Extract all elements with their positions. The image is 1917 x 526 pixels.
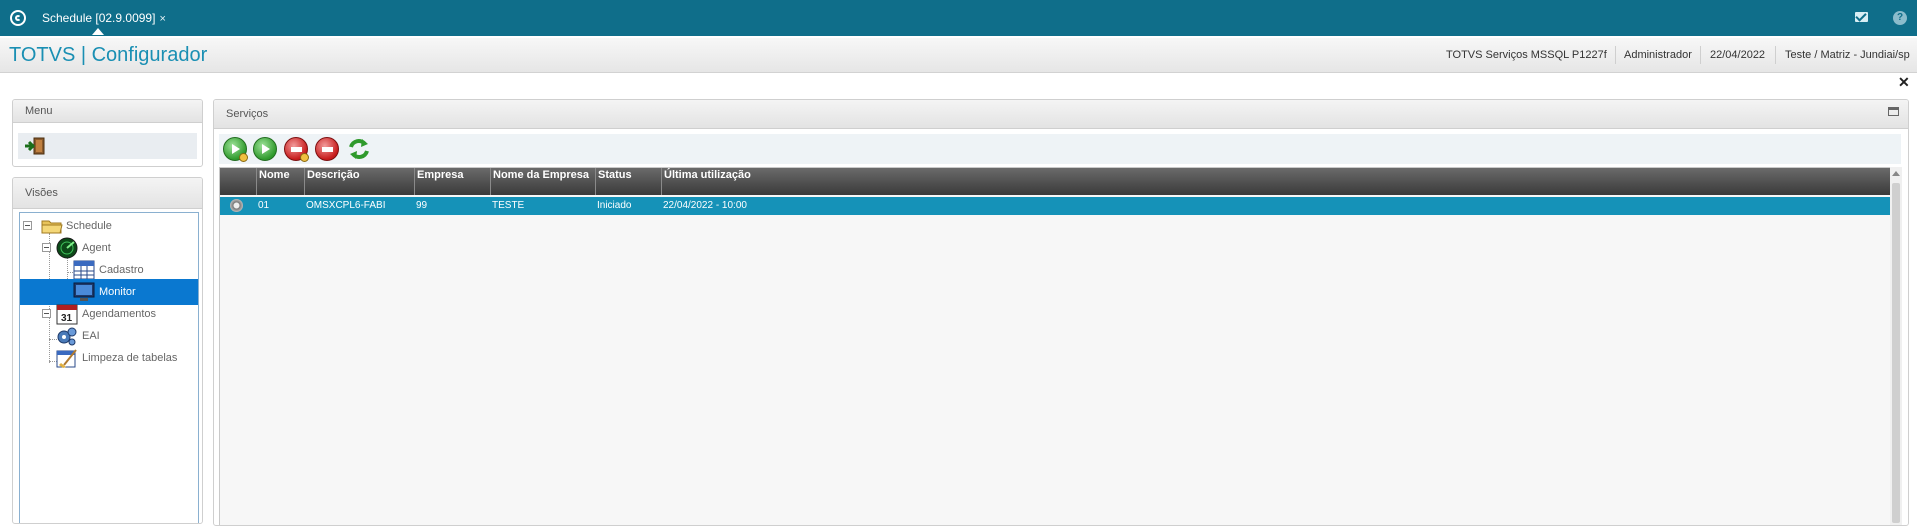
folder-icon — [41, 220, 63, 234]
app-title: TOTVS | Configurador — [9, 44, 208, 66]
column-header-ultima[interactable]: Última utilização — [661, 168, 1890, 195]
tree-item-label: Agendamentos — [82, 308, 156, 320]
exit-door-icon[interactable] — [24, 137, 46, 155]
cell-nome: 01 — [258, 200, 270, 211]
column-header-status[interactable]: Status — [595, 168, 661, 195]
header-divider — [1615, 46, 1616, 64]
menu-exit-item[interactable] — [18, 133, 197, 159]
cell-empresa: 99 — [416, 200, 428, 211]
collapse-icon[interactable] — [23, 221, 32, 230]
cell-status: Iniciado — [597, 200, 632, 211]
maximize-icon[interactable] — [1888, 107, 1899, 116]
tree-item-label: Agent — [82, 242, 111, 254]
radar-icon — [56, 237, 78, 259]
stop-icon[interactable] — [315, 137, 339, 161]
app-header: TOTVS | Configurador TOTVS Serviços MSSQ… — [0, 38, 1917, 73]
tree-item-label: EAI — [82, 330, 100, 342]
calendar-icon: 31 — [56, 304, 78, 325]
grid-header: Nome Descrição Empresa Nome da Empresa S… — [220, 168, 1890, 195]
service-gear-icon — [230, 199, 243, 212]
start-icon[interactable] — [253, 137, 277, 161]
date-label: 22/04/2022 — [1710, 49, 1766, 61]
tree-item-limpeza[interactable]: Limpeza de tabelas — [20, 345, 198, 371]
cell-nome-empresa: TESTE — [492, 200, 525, 211]
top-bar: Schedule [02.9.0099] × ? — [0, 0, 1917, 36]
collapse-icon[interactable] — [42, 309, 51, 318]
table-icon — [73, 260, 95, 280]
tree-item-label: Cadastro — [99, 264, 144, 276]
grid-scrollbar[interactable] — [1890, 167, 1902, 525]
cell-descricao: OMSXCPL6-FABI — [306, 200, 386, 211]
gears-icon — [57, 327, 77, 346]
close-icon[interactable]: ✕ — [1898, 74, 1910, 91]
active-tab-indicator — [92, 28, 104, 35]
visoes-tree: Schedule Agent Cadastro Monitor 31 Agend… — [19, 212, 199, 523]
stop-all-icon[interactable] — [284, 137, 309, 162]
tree-item-label: Monitor — [99, 286, 136, 298]
tree-item-label: Schedule — [66, 220, 112, 232]
monitor-icon — [73, 282, 95, 301]
scroll-thumb[interactable] — [1892, 183, 1900, 523]
scroll-up-icon[interactable] — [1892, 171, 1900, 176]
servicos-panel-title: Serviços — [214, 100, 1908, 129]
totvs-logo-icon[interactable] — [10, 10, 26, 26]
collapse-icon[interactable] — [42, 243, 51, 252]
visoes-panel: Visões Schedule Agent Cadastro Monitor 3… — [12, 177, 203, 524]
mail-icon[interactable] — [1855, 12, 1868, 22]
tab-close-icon[interactable]: × — [159, 13, 165, 25]
tree-item-label: Limpeza de tabelas — [82, 352, 178, 364]
start-all-icon[interactable] — [223, 137, 248, 162]
menu-panel: Menu — [12, 99, 203, 167]
header-divider — [1700, 46, 1701, 64]
help-icon[interactable]: ? — [1893, 11, 1907, 25]
column-header-nome-empresa[interactable]: Nome da Empresa — [490, 168, 595, 195]
column-header-descricao[interactable]: Descrição — [304, 168, 414, 195]
user-label: Administrador — [1624, 49, 1692, 61]
refresh-icon[interactable] — [346, 136, 372, 162]
visoes-panel-title: Visões — [13, 178, 202, 209]
table-row[interactable]: 01 OMSXCPL6-FABI 99 TESTE Iniciado 22/04… — [220, 197, 1890, 215]
menu-panel-title: Menu — [13, 100, 202, 123]
header-divider — [1775, 46, 1776, 64]
clean-table-icon — [56, 349, 77, 368]
servicos-panel: Serviços Nome Descrição Empresa Nome da … — [213, 99, 1909, 526]
column-header-empresa[interactable]: Empresa — [414, 168, 490, 195]
servicos-toolbar — [219, 134, 1901, 164]
cell-ultima: 22/04/2022 - 10:00 — [663, 200, 747, 211]
branch-label[interactable]: Teste / Matriz - Jundiai/sp — [1785, 49, 1910, 61]
column-header-nome[interactable]: Nome — [256, 168, 304, 195]
environment-label: TOTVS Serviços MSSQL P1227f — [1446, 49, 1607, 61]
tab-label: Schedule [02.9.0099] — [42, 11, 156, 25]
servicos-grid: Nome Descrição Empresa Nome da Empresa S… — [219, 167, 1891, 525]
